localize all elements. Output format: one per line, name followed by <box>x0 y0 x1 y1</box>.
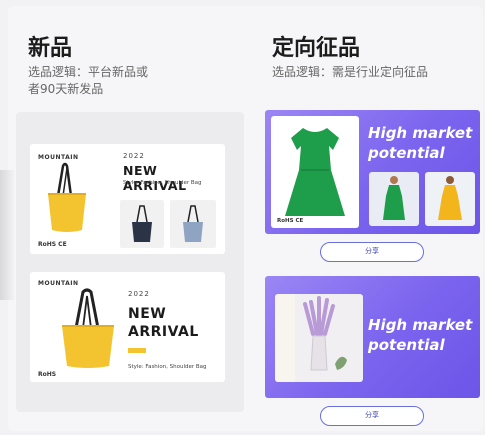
potential-text: potential <box>368 336 445 354</box>
lavender-vase-photo <box>275 294 363 382</box>
targeted-products-desc: 选品逻辑：需是行业定向征品 <box>272 65 429 79</box>
arrival-headline: ARRIVAL <box>128 324 199 340</box>
high-market-text: High market <box>368 124 473 142</box>
new-products-title: 新品 <box>28 36 73 61</box>
brand-label: MOUNTAIN <box>38 154 79 161</box>
share-button[interactable]: 分享 <box>320 242 424 262</box>
certification-label: RoHS CE <box>277 218 304 224</box>
new-headline: NEW <box>128 306 167 322</box>
year-label: 2022 <box>128 290 150 298</box>
potential-text: potential <box>368 144 445 162</box>
yellow-bag-icon <box>48 162 86 232</box>
new-arrival-headline: NEW ARRIVAL <box>123 163 187 193</box>
green-dress-model-photo <box>369 172 419 226</box>
blue-bag-icon <box>183 205 203 242</box>
share-button[interactable]: 分享 <box>320 406 424 426</box>
accent-bar <box>128 348 146 353</box>
yellow-bag-icon <box>62 288 114 368</box>
year-label: 2022 <box>123 152 145 160</box>
model-green-dress-icon <box>383 176 405 220</box>
brand-label: MOUNTAIN <box>38 280 79 287</box>
model-yellow-dress-icon <box>438 176 462 220</box>
product-thumbnail-blue <box>170 200 216 248</box>
new-arrival-card-2[interactable]: MOUNTAIN RoHS 2022 NEW ARRIVAL Style: Fa… <box>30 272 225 382</box>
navy-bag-icon <box>132 205 152 242</box>
new-products-desc-line1: 选品逻辑：平台新品或 <box>28 65 149 79</box>
green-dress-photo: RoHS CE <box>271 116 359 228</box>
certification-label: RoHS <box>38 371 57 378</box>
new-products-desc-line2: 者90天新发品 <box>28 82 104 96</box>
targeted-products-title: 定向征品 <box>272 36 361 61</box>
yellow-dress-model-photo <box>425 172 475 226</box>
high-market-text: High market <box>368 316 473 334</box>
product-thumbnail-navy <box>120 200 164 248</box>
lavender-vase-icon <box>275 294 347 382</box>
new-arrival-card-1[interactable]: MOUNTAIN RoHS CE 2022 NEW ARRIVAL Style:… <box>30 144 225 254</box>
high-market-card-1[interactable]: RoHS CE High market potential <box>265 110 480 234</box>
style-caption: Style: Fashion, Shoulder Bag <box>123 180 202 186</box>
green-dress-icon <box>285 128 345 216</box>
style-caption: Style: Fashion, Shoulder Bag <box>128 364 207 370</box>
high-market-card-2[interactable]: High market potential <box>265 276 480 398</box>
certification-label: RoHS CE <box>38 241 67 248</box>
edge-shadow <box>0 170 14 300</box>
